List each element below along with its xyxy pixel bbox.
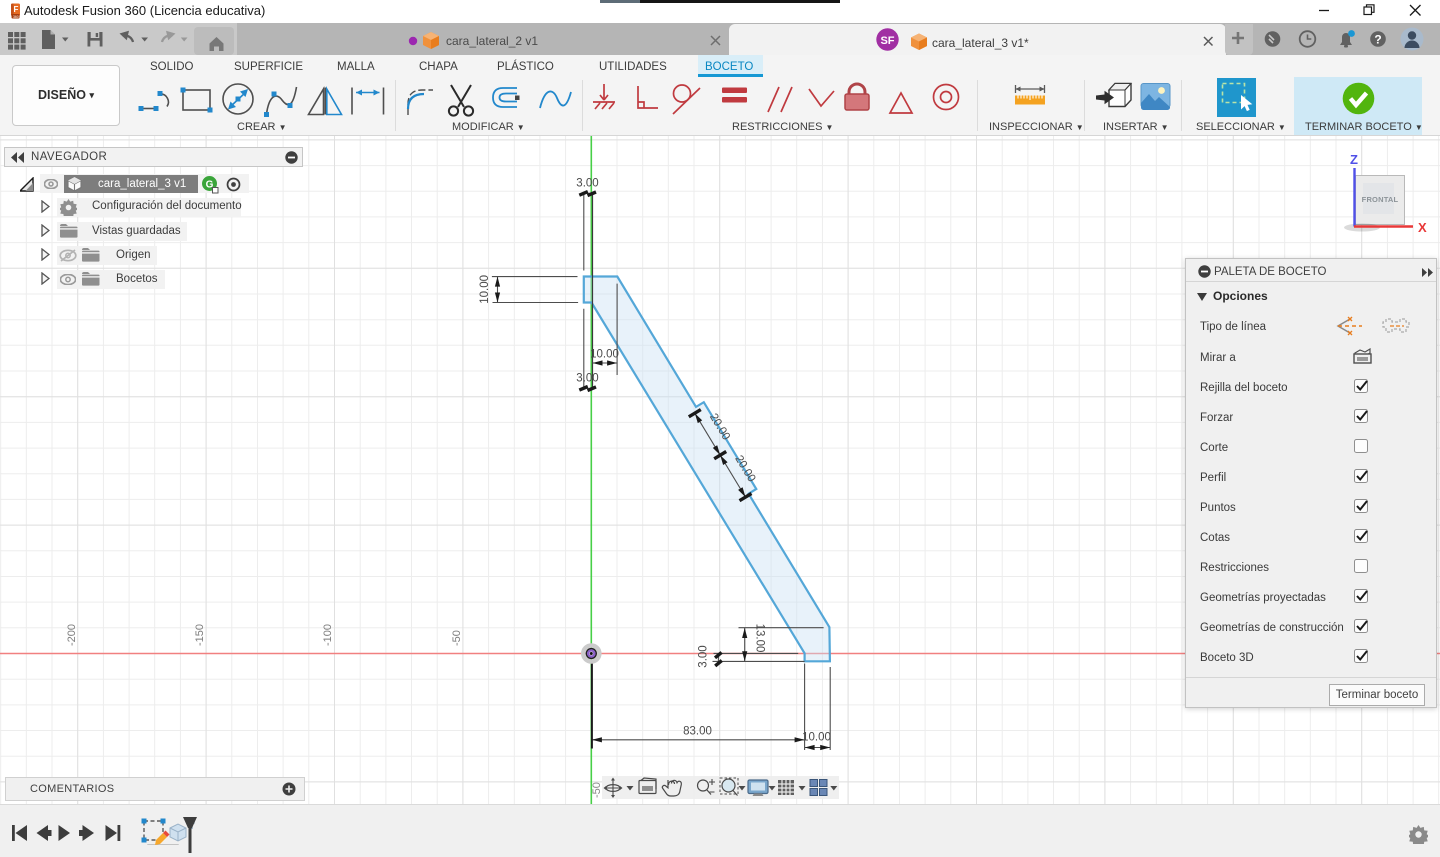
svg-text:10.00: 10.00 — [590, 349, 619, 361]
svg-text:10.00: 10.00 — [802, 732, 831, 744]
svg-text:-200: -200 — [66, 624, 78, 646]
svg-text:cara_lateral_2 v1: cara_lateral_2 v1 — [446, 34, 538, 48]
svg-text:cara_lateral_3 v1*: cara_lateral_3 v1* — [932, 36, 1029, 50]
svg-text:-150: -150 — [194, 624, 206, 646]
svg-text:3.00: 3.00 — [576, 373, 598, 385]
svg-text:83.00: 83.00 — [683, 726, 712, 738]
svg-text:10.00: 10.00 — [479, 275, 491, 304]
svg-text:3.00: 3.00 — [698, 645, 710, 667]
svg-text:F: F — [14, 5, 19, 14]
svg-text:Z: Z — [1350, 152, 1358, 167]
svg-text:SF: SF — [880, 35, 894, 47]
svg-text:360: 360 — [13, 15, 19, 19]
svg-text:-50: -50 — [451, 630, 463, 646]
svg-text:?: ? — [1374, 33, 1381, 47]
svg-text:-100: -100 — [322, 624, 334, 646]
svg-text:X: X — [1418, 220, 1427, 235]
svg-text:3.00: 3.00 — [576, 178, 598, 190]
svg-text:13.00: 13.00 — [754, 624, 766, 653]
